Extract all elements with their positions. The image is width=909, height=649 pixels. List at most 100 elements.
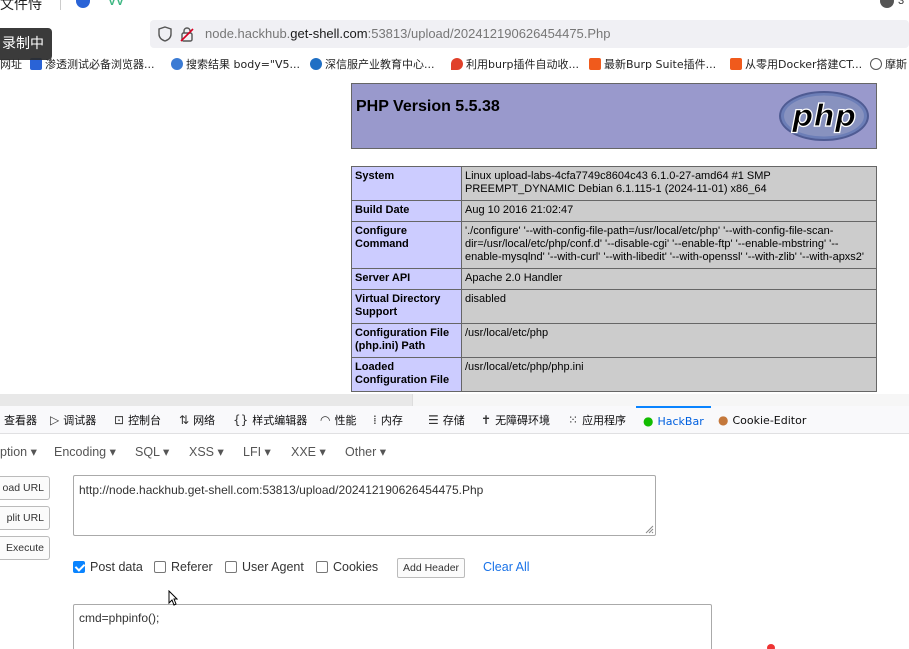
table-value: /usr/local/etc/php/php.ini	[461, 357, 877, 392]
url-prefix: node.hackhub.	[205, 26, 291, 41]
style-editor-icon: {}	[233, 413, 249, 427]
cookies-checkbox[interactable]: Cookies	[316, 560, 378, 574]
checkbox-icon[interactable]	[154, 561, 166, 573]
clear-all-link[interactable]: Clear All	[483, 560, 530, 574]
recording-badge: 录制中	[0, 28, 52, 60]
post-data-checkbox[interactable]: Post data	[73, 560, 143, 574]
menu-xxe[interactable]: XXE ▾	[291, 444, 326, 459]
notification-dot-icon	[767, 644, 775, 649]
storage-icon: ☰	[428, 413, 439, 427]
bookmark-item[interactable]: 搜索结果 body="V5...	[171, 56, 300, 72]
devtools-tab-label: 样式编辑器	[252, 414, 308, 427]
tab-console[interactable]: ⊡ 控制台	[114, 406, 161, 434]
table-key: Configure Command	[351, 221, 462, 269]
address-bar[interactable]: node.hackhub.get-shell.com:53813/upload/…	[150, 20, 909, 48]
checkbox-label: Cookies	[333, 560, 379, 574]
debugger-icon: ▷	[50, 413, 60, 427]
devtools-tab-label: 内存	[380, 414, 403, 427]
url-suffix: :53813/upload/202412190626454475.Php	[367, 26, 611, 41]
devtools-tab-label: 无障碍环境	[495, 414, 551, 427]
tab-performance[interactable]: ◠ 性能	[320, 406, 356, 434]
table-row: Build Date Aug 10 2016 21:02:47	[351, 200, 877, 222]
horizontal-scrollbar[interactable]	[0, 394, 909, 406]
accessibility-icon: ✝	[481, 413, 492, 427]
performance-icon: ◠	[320, 413, 331, 427]
bookmark-item[interactable]: 深信服产业教育中心...	[310, 56, 435, 72]
php-logo-icon: php	[779, 91, 869, 141]
table-key: Server API	[351, 268, 462, 290]
table-row: Configure Command './configure' '--with-…	[351, 221, 877, 269]
post-data-textarea[interactable]: cmd=phpinfo();	[73, 604, 712, 649]
extension-icon[interactable]: VV	[108, 0, 126, 7]
tab-cookie-editor[interactable]: ● Cookie-Editor	[718, 406, 806, 434]
table-key: Loaded Configuration File	[351, 357, 462, 392]
execute-button[interactable]: Execute	[0, 536, 50, 560]
referer-checkbox[interactable]: Referer	[154, 560, 213, 574]
menu-xss[interactable]: XSS ▾	[189, 444, 224, 459]
bookmark-item[interactable]: 摩斯	[870, 56, 907, 72]
tab-debugger[interactable]: ▷ 调试器	[50, 406, 96, 434]
table-value: Aug 10 2016 21:02:47	[461, 200, 877, 222]
menu-lfi[interactable]: LFI ▾	[243, 444, 271, 459]
bookmark-label: 渗透测试必备浏览器...	[45, 58, 155, 71]
table-value: './configure' '--with-config-file-path=/…	[461, 221, 877, 269]
tab-storage[interactable]: ☰ 存储	[428, 406, 465, 434]
menu-other[interactable]: Other ▾	[345, 444, 386, 459]
devtools-tab-label: 存储	[442, 414, 465, 427]
bookmark-label: 利用burp插件自动收...	[466, 58, 579, 71]
bookmark-item[interactable]: 从零用Docker搭建CT...	[730, 56, 862, 72]
bookmark-item[interactable]: 最新Burp Suite插件...	[589, 56, 716, 72]
memory-icon: ⁞	[373, 413, 377, 427]
url-textarea[interactable]: http://node.hackhub.get-shell.com:53813/…	[73, 475, 656, 536]
badge-count: 3	[898, 0, 905, 7]
bookmark-favicon-icon	[730, 58, 742, 70]
tracking-protection-icon[interactable]	[158, 26, 172, 42]
devtools-tab-label: HackBar	[657, 414, 704, 428]
devtools-tab-label: 调试器	[63, 414, 97, 427]
devtools-tab-label: Cookie-Editor	[732, 413, 807, 427]
divider	[60, 0, 61, 10]
hackbar-menu: ption ▾ Encoding ▾ SQL ▾ XSS ▾ LFI ▾ XXE…	[0, 440, 909, 464]
tab-network[interactable]: ⇅ 网络	[179, 406, 215, 434]
checkbox-checked-icon[interactable]	[73, 561, 85, 573]
resize-grip-icon[interactable]	[644, 524, 654, 534]
hackbar-icon: ●	[643, 414, 654, 428]
avatar[interactable]	[880, 0, 894, 8]
table-row: Virtual Directory Support disabled	[351, 289, 877, 324]
checkbox-label: Referer	[171, 560, 213, 574]
user-agent-checkbox[interactable]: User Agent	[225, 560, 304, 574]
tab-application[interactable]: ⁙ 应用程序	[568, 406, 626, 434]
bookmark-favicon-icon	[310, 58, 322, 70]
menu-option[interactable]: ption ▾	[0, 444, 37, 459]
phpinfo-table: System Linux upload-labs-4cfa7749c8604c4…	[351, 166, 877, 392]
table-row: Server API Apache 2.0 Handler	[351, 268, 877, 290]
window-title-fragment: 文件恃	[0, 0, 42, 13]
checkbox-icon[interactable]	[225, 561, 237, 573]
table-value: /usr/local/etc/php	[461, 323, 877, 358]
table-value: Linux upload-labs-4cfa7749c8604c43 6.1.0…	[461, 166, 877, 201]
menu-sql[interactable]: SQL ▾	[135, 444, 169, 459]
tab-inspector[interactable]: 查看器	[4, 406, 37, 434]
bookmark-label: 从零用Docker搭建CT...	[745, 58, 863, 71]
table-value: Apache 2.0 Handler	[461, 268, 877, 290]
table-value: disabled	[461, 289, 877, 324]
devtools-tab-label: 应用程序	[582, 414, 627, 427]
tab-accessibility[interactable]: ✝ 无障碍环境	[481, 406, 550, 434]
tab-hackbar[interactable]: ● HackBar	[636, 406, 711, 434]
tab-memory[interactable]: ⁞ 内存	[373, 406, 403, 434]
bookmark-favicon-icon	[171, 58, 183, 70]
checkbox-label: Post data	[90, 560, 143, 574]
split-url-button[interactable]: plit URL	[0, 506, 50, 530]
php-logo-text: php	[791, 99, 856, 134]
tab-style-editor[interactable]: {} 样式编辑器	[233, 406, 307, 434]
checkbox-icon[interactable]	[316, 561, 328, 573]
shield-icon[interactable]	[76, 0, 90, 8]
load-url-button[interactable]: oad URL	[0, 476, 50, 500]
table-key: Virtual Directory Support	[351, 289, 462, 324]
menu-encoding[interactable]: Encoding ▾	[54, 444, 116, 459]
bookmark-item[interactable]: 利用burp插件自动收...	[451, 56, 579, 72]
add-header-button[interactable]: Add Header	[397, 558, 466, 578]
scrollbar-thumb[interactable]	[412, 394, 909, 406]
url-text[interactable]: node.hackhub.get-shell.com:53813/upload/…	[205, 26, 611, 41]
insecure-lock-icon[interactable]	[180, 26, 194, 42]
